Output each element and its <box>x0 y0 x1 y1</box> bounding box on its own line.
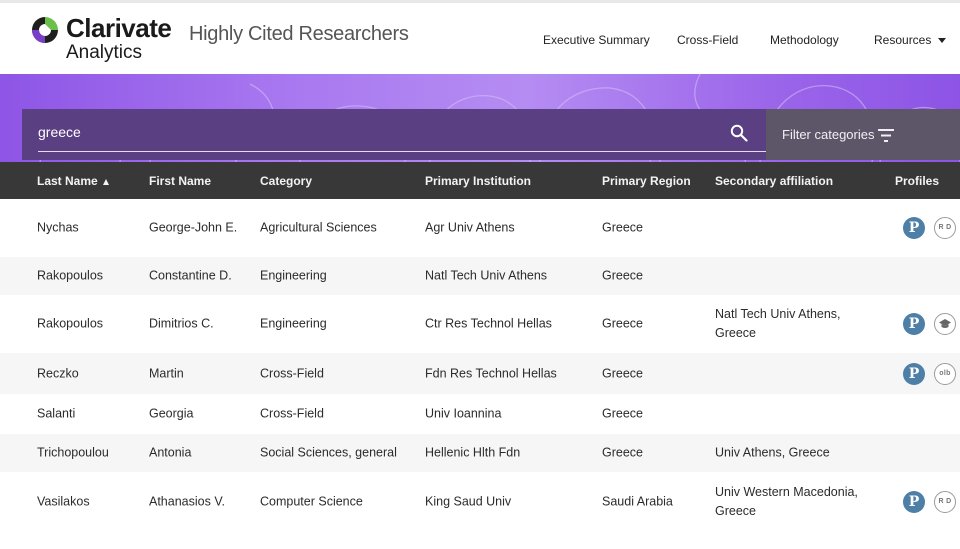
table-row: Nychas George-John E. Agricultural Science… <box>0 199 960 257</box>
cell-last-name: Rakopoulos <box>37 268 104 283</box>
table-row: Reczko Martin Cross-Field Fdn Res Technol H… <box>0 353 960 394</box>
cell-last-name: Reczko <box>37 366 79 380</box>
cell-secondary-affiliation: Natl Tech Univ Athens, Greece <box>715 307 841 340</box>
cell-last-name: Nychas <box>37 220 79 235</box>
filter-categories-label: Filter categories <box>782 127 875 142</box>
filter-categories-button[interactable]: Filter categories <box>766 109 960 160</box>
column-header-primary-region[interactable]: Primary Region <box>602 173 691 189</box>
cell-category: Computer Science <box>260 494 363 508</box>
site-header: Clarivate Analytics Highly Cited Researc… <box>0 3 960 74</box>
table-row: Trichopoulou Antonia Social Sciences, gene… <box>0 434 960 472</box>
cell-primary-institution: Agr Univ Athens <box>425 220 515 235</box>
cell-primary-region: Greece <box>602 406 643 421</box>
nav-methodology[interactable]: Methodology <box>770 31 839 49</box>
cell-primary-institution: Ctr Res Technol Hellas <box>425 316 552 331</box>
cell-primary-region: Greece <box>602 268 643 283</box>
profile-links: Polb <box>903 362 960 385</box>
cell-last-name: Rakopoulos <box>37 316 104 331</box>
column-header-first-name[interactable]: First Name <box>149 173 211 189</box>
publons-icon[interactable]: P <box>903 362 925 385</box>
table-header: Last Name First Name Category Primary In… <box>0 162 960 199</box>
cell-category: Agricultural Sciences <box>260 220 377 235</box>
cell-primary-region: Greece <box>602 445 643 460</box>
search-icon[interactable] <box>730 124 748 142</box>
filter-lines-icon <box>878 129 894 142</box>
cell-last-name: Salanti <box>37 406 76 421</box>
cell-category: Engineering <box>260 316 327 331</box>
column-header-profiles: Profiles <box>895 174 940 188</box>
publons-icon[interactable]: P <box>903 490 925 513</box>
sort-ascending-icon <box>102 178 109 185</box>
cell-category: Social Sciences, general <box>260 445 397 460</box>
cell-secondary-affiliation: Univ Athens, Greece <box>715 445 830 460</box>
column-header-last-name[interactable]: Last Name <box>37 173 109 189</box>
mortarboard-shape <box>939 319 951 328</box>
cell-primary-institution: Natl Tech Univ Athens <box>425 268 548 283</box>
search-underline <box>38 151 770 152</box>
cell-first-name: Antonia <box>149 445 192 460</box>
table-row: Rakopoulos Constantine D. Engineering Natl … <box>0 257 960 295</box>
main-nav: Executive Summary Cross-Field Methodolog… <box>0 31 960 51</box>
google-scholar-icon[interactable] <box>934 313 956 335</box>
cell-last-name: Trichopoulou <box>37 445 109 460</box>
publons-icon[interactable]: P <box>903 217 925 239</box>
orcid-icon[interactable]: olb <box>934 362 956 385</box>
search-input[interactable] <box>38 121 728 143</box>
nav-cross-field[interactable]: Cross-Field <box>677 31 738 49</box>
nav-resources-label: Resources <box>874 33 932 47</box>
cell-first-name: Georgia <box>149 406 194 421</box>
cell-primary-institution: King Saud Univ <box>425 494 512 508</box>
nav-resources[interactable]: Resources <box>874 31 947 49</box>
cell-secondary-affiliation: Univ Western Macedonia, Greece <box>715 484 858 518</box>
table-row: Rakopoulos Dimitrios C. Engineering Ctr Res… <box>0 295 960 353</box>
cell-category: Cross-Field <box>260 366 324 380</box>
cell-last-name: Vasilakos <box>37 494 90 508</box>
researcherid-icon[interactable]: R D <box>934 217 956 239</box>
profile-links: P <box>903 313 960 335</box>
column-header-label: Last Name <box>37 174 98 188</box>
search-box <box>22 109 770 160</box>
cell-primary-region: Greece <box>602 366 643 380</box>
cell-primary-region: Greece <box>602 220 643 235</box>
cell-first-name: Martin <box>149 366 184 380</box>
cell-category: Engineering <box>260 268 327 283</box>
cell-first-name: Athanasios V. <box>149 494 225 508</box>
publons-icon[interactable]: P <box>903 313 925 335</box>
cell-category: Cross-Field <box>260 406 324 421</box>
researcherid-icon[interactable]: R D <box>934 490 956 513</box>
nav-executive-summary[interactable]: Executive Summary <box>543 31 650 49</box>
table-row: Vasilakos Athanasios V. Computer Science Ki… <box>0 472 960 531</box>
profile-links: PR D <box>903 217 960 239</box>
cell-primary-institution: Hellenic Hlth Fdn <box>425 445 521 460</box>
cell-primary-institution: Fdn Res Technol Hellas <box>425 366 557 380</box>
cell-primary-region: Saudi Arabia <box>602 494 673 508</box>
column-header-category[interactable]: Category <box>260 173 312 189</box>
table-row: Salanti Georgia Cross-Field Univ Ioannina Gr… <box>0 394 960 434</box>
column-header-secondary-affiliation[interactable]: Secondary affiliation <box>715 173 833 189</box>
cell-first-name: Constantine D. <box>149 268 232 283</box>
cell-first-name: George-John E. <box>149 220 238 235</box>
chevron-down-icon <box>938 38 947 44</box>
column-header-primary-institution[interactable]: Primary Institution <box>425 173 531 189</box>
cell-primary-region: Greece <box>602 316 643 331</box>
cell-primary-institution: Univ Ioannina <box>425 406 502 421</box>
cell-first-name: Dimitrios C. <box>149 316 214 331</box>
profile-links: PR D <box>903 490 960 513</box>
